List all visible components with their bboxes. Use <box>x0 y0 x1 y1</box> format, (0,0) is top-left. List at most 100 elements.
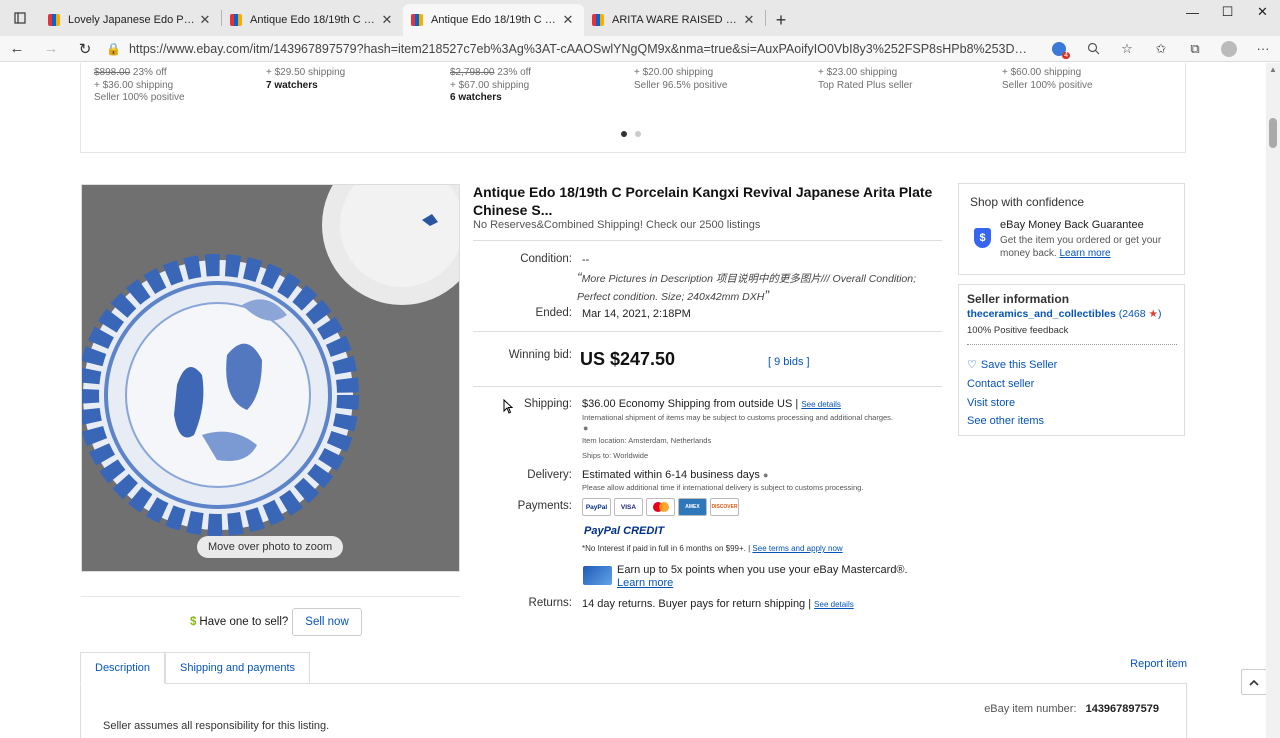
feedback-star-icon: ★ <box>1145 308 1158 320</box>
sell-prompt: $ Have one to sell? Sell now <box>190 608 362 636</box>
window-controls: — ☐ ✕ <box>1175 0 1280 24</box>
extension-icon[interactable]: 4 <box>1042 36 1076 62</box>
browser-tab-4[interactable]: ARITA WARE RAISED BLUE & WH ✕ <box>584 4 765 36</box>
carousel-item[interactable]: + $20.00 shipping Seller 96.5% positive <box>634 67 727 92</box>
item-location: Item location: Amsterdam, Netherlands <box>582 436 712 445</box>
tab-actions-icon[interactable] <box>0 0 40 36</box>
similar-items-carousel: $898.00 23% off + $36.00 shipping Seller… <box>80 63 1186 153</box>
guarantee-learn-more-link[interactable]: Learn more <box>1059 248 1110 259</box>
sell-now-button[interactable]: Sell now <box>292 608 362 636</box>
info-icon[interactable]: ● <box>583 423 588 433</box>
bid-history-link[interactable]: [ 9 bids ] <box>768 356 810 368</box>
carousel-dot-active[interactable] <box>621 131 627 137</box>
ebay-favicon-icon <box>592 14 604 26</box>
returns-see-details-link[interactable]: See details <box>814 600 854 609</box>
condition-label: Condition: <box>520 253 572 265</box>
scrollbar-thumb[interactable] <box>1269 118 1277 148</box>
listing-subtitle: No Reserves&Combined Shipping! Check our… <box>473 219 761 231</box>
forward-icon[interactable]: → <box>34 36 68 62</box>
close-icon[interactable]: ✕ <box>741 12 757 28</box>
close-icon[interactable]: ✕ <box>379 12 395 28</box>
collections-icon[interactable]: ⧉ <box>1178 36 1212 62</box>
paypal-note-text: *No Interest if paid in full in 6 months… <box>582 544 751 553</box>
shipping-cost: + $23.00 shipping <box>818 67 898 78</box>
tab-title: Antique Edo 18/19th C Porcelain <box>250 14 379 26</box>
page-content: $898.00 23% off + $36.00 shipping Seller… <box>0 63 1266 738</box>
delivery-text: Estimated within 6-14 business days <box>582 469 760 481</box>
condition-value: -- <box>582 254 590 266</box>
product-image[interactable]: Move over photo to zoom <box>81 184 460 572</box>
browser-tab-3-active[interactable]: Antique Edo 18/19th C Porcelain ✕ <box>403 4 584 36</box>
report-item-link[interactable]: Report item <box>1130 658 1187 670</box>
settings-menu-icon[interactable]: ··· <box>1246 36 1280 62</box>
page-scrollbar[interactable]: ▲ <box>1266 63 1280 738</box>
paypal-terms-link[interactable]: See terms and apply now <box>752 544 842 553</box>
shipping-label: Shipping: <box>524 398 572 410</box>
mastercard-learn-more-link[interactable]: Learn more <box>617 577 673 589</box>
refresh-icon[interactable]: ↻ <box>68 36 102 62</box>
zoom-icon[interactable] <box>1076 36 1110 62</box>
new-tab-button[interactable]: + <box>766 4 796 36</box>
paypal-credit-word: CREDIT <box>623 525 665 537</box>
condition-quote-text: More Pictures in Description 项目说明中的更多图片/… <box>577 273 917 303</box>
carousel-item[interactable]: + $23.00 shipping Top Rated Plus seller <box>818 67 913 92</box>
mastercard-icon <box>646 498 675 516</box>
ended-label: Ended: <box>535 307 572 319</box>
watchers: 6 watchers <box>450 92 502 103</box>
shipping-cost: + $29.50 shipping <box>266 67 346 78</box>
browser-tab-1[interactable]: Lovely Japanese Edo Period 19th ✕ <box>40 4 221 36</box>
back-to-top-button[interactable] <box>1241 669 1267 695</box>
paypal-credit-logo: PayPal CREDIT <box>584 525 664 537</box>
favorites-icon[interactable]: ✩ <box>1144 36 1178 62</box>
scroll-up-icon[interactable]: ▲ <box>1269 65 1277 74</box>
tab-shipping-payments[interactable]: Shipping and payments <box>165 652 310 684</box>
carousel-item[interactable]: + $60.00 shipping Seller 100% positive <box>1002 67 1093 92</box>
back-icon[interactable]: ← <box>0 36 34 62</box>
returns-text: 14 day returns. Buyer pays for return sh… <box>582 598 812 610</box>
tab-title: Antique Edo 18/19th C Porcelain <box>431 14 560 26</box>
shipping-cost: + $20.00 shipping <box>634 67 714 78</box>
ebay-favicon-icon <box>230 14 242 26</box>
carousel-pagination <box>621 131 641 137</box>
mouse-cursor-icon <box>503 399 513 414</box>
see-other-items-link[interactable]: See other items <box>967 415 1044 427</box>
returns-value: 14 day returns. Buyer pays for return sh… <box>582 598 854 610</box>
url-field[interactable]: 🔒 https://www.ebay.com/itm/143967897579?… <box>102 38 1042 60</box>
close-icon[interactable]: ✕ <box>560 12 576 28</box>
shipping-see-details-link[interactable]: See details <box>801 400 841 409</box>
returns-label: Returns: <box>528 597 572 609</box>
favorite-star-icon[interactable]: ☆ <box>1110 36 1144 62</box>
shipping-note: International shipment of items may be s… <box>582 413 894 422</box>
divider <box>473 386 942 387</box>
visit-store-link[interactable]: Visit store <box>967 397 1015 409</box>
zoom-hint: Move over photo to zoom <box>197 536 344 558</box>
shop-confidence-box: Shop with confidence $ eBay Money Back G… <box>958 183 1185 275</box>
seller-name-link[interactable]: theceramics_and_collectibles <box>967 308 1116 320</box>
seller-score[interactable]: 2468 <box>1122 308 1145 320</box>
tab-description[interactable]: Description <box>80 652 166 684</box>
description-tabs: Description Shipping and payments <box>80 652 310 684</box>
paypal-note: *No Interest if paid in full in 6 months… <box>582 544 843 553</box>
divider <box>473 331 942 332</box>
shipping-cost: + $67.00 shipping <box>450 79 530 91</box>
carousel-item[interactable]: $898.00 23% off + $36.00 shipping Seller… <box>94 67 185 105</box>
seller-rating: Seller 96.5% positive <box>634 79 728 91</box>
discount: 23% off <box>494 67 532 78</box>
carousel-item[interactable]: + $29.50 shipping 7 watchers <box>266 67 345 92</box>
profile-avatar[interactable] <box>1212 36 1246 62</box>
info-icon[interactable]: ● <box>763 470 768 480</box>
browser-tab-2[interactable]: Antique Edo 18/19th C Porcelain ✕ <box>222 4 403 36</box>
tab-title: ARITA WARE RAISED BLUE & WH <box>612 14 741 26</box>
window-close-icon[interactable]: ✕ <box>1245 0 1280 24</box>
carousel-dot[interactable] <box>635 131 641 137</box>
minimize-icon[interactable]: — <box>1175 0 1210 24</box>
contact-seller-link[interactable]: Contact seller <box>967 378 1034 390</box>
winning-bid-value: US $247.50 <box>580 349 676 369</box>
close-icon[interactable]: ✕ <box>197 12 213 28</box>
save-seller-link[interactable]: ♡ Save this Seller <box>967 358 1057 371</box>
url-text: https://www.ebay.com/itm/143967897579?ha… <box>128 41 1034 56</box>
lock-icon[interactable]: 🔒 <box>106 42 121 56</box>
maximize-icon[interactable]: ☐ <box>1210 0 1245 24</box>
carousel-item[interactable]: $2,798.00 23% off + $67.00 shipping 6 wa… <box>450 67 531 105</box>
shield-dollar-icon: $ <box>974 228 991 248</box>
